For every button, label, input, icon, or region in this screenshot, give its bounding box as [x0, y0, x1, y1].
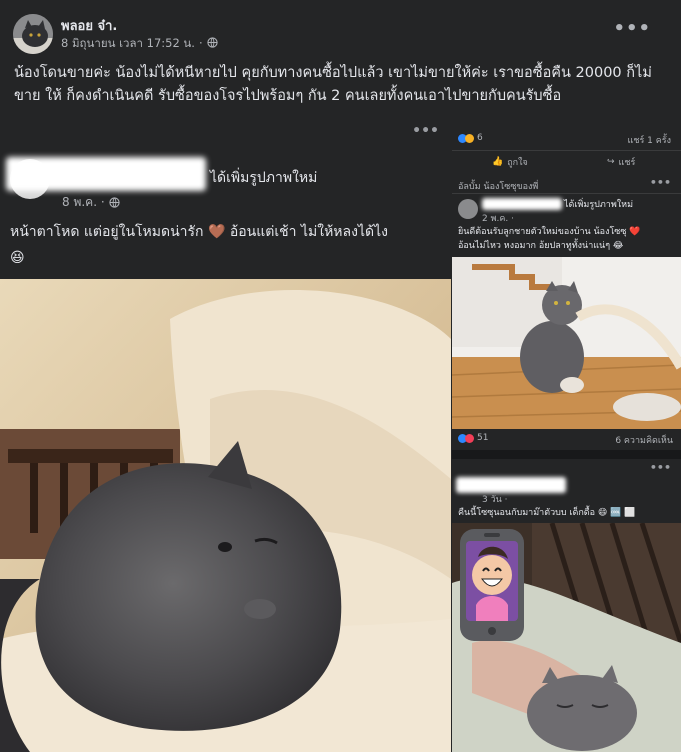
- right-embedded-screenshot[interactable]: 6 แชร์ 1 ครั้ง 👍 ถูกใจ ↪ แชร์ อัลบั้ม น้…: [452, 117, 681, 752]
- redacted-name: [482, 198, 562, 210]
- cropped-header-bar: •••: [0, 117, 451, 149]
- left-embedded-screenshot[interactable]: ••• ได้เพิ่มรูปภาพใหม่ 8 พ.ค. · หน้าตาโห…: [0, 117, 451, 752]
- more-icon: •••: [649, 461, 671, 474]
- globe-icon: [109, 197, 120, 208]
- love-reaction-icon: [465, 433, 474, 443]
- post-header: พลอย จ๋า. 8 มิถุนายน เวลา 17:52 น. ·: [13, 14, 218, 54]
- share-count: แชร์ 1 ครั้ง: [627, 136, 671, 146]
- redacted-name: [6, 157, 206, 191]
- cat-sleeping-with-owner-photo: [452, 523, 681, 752]
- facebook-post: พลอย จ๋า. 8 มิถุนายน เวลา 17:52 น. · •••…: [0, 0, 681, 752]
- reaction-summary: 6: [458, 133, 483, 143]
- more-icon: •••: [649, 176, 671, 189]
- embedded-date: 8 พ.ค. ·: [62, 193, 120, 212]
- reaction-summary: 51: [458, 433, 488, 443]
- meta-separator: ·: [198, 35, 203, 50]
- share-arrow-icon: ↪: [607, 157, 615, 167]
- embedded-action-text: ได้เพิ่มรูปภาพใหม่: [564, 200, 634, 210]
- cat-avatar-image: [13, 14, 53, 54]
- thumbs-up-icon: 👍: [492, 157, 504, 167]
- post-timestamp[interactable]: 8 มิถุนายน เวลา 17:52 น.: [61, 35, 195, 51]
- embedded-caption: ยินดีต้อนรับลูกชายตัวใหม่ของบ้าน น้องโซซ…: [458, 227, 641, 251]
- globe-icon[interactable]: [206, 37, 218, 48]
- comment-count: 6 ความคิดเห็น: [615, 436, 673, 446]
- embedded-post: ได้เพิ่มรูปภาพใหม่ 8 พ.ค. · หน้าตาโหด แต…: [0, 149, 451, 279]
- right-bottom-card: ••• 3 วัน · คืนนี้โซซุนอนกับมาม๊าตัวบบ เ…: [452, 459, 681, 752]
- embedded-avatar: [458, 199, 478, 219]
- embedded-action-text: ได้เพิ่มรูปภาพใหม่: [210, 170, 318, 186]
- more-icon: •••: [412, 123, 439, 139]
- album-header: อัลบั้ม น้องโซซุของพี่: [458, 182, 539, 192]
- share-button[interactable]: ↪ แชร์: [607, 155, 635, 169]
- like-button[interactable]: 👍 ถูกใจ: [492, 155, 528, 169]
- author-name[interactable]: พลอย จ๋า.: [61, 18, 218, 35]
- haha-reaction-icon: [465, 133, 474, 143]
- embedded-date: 3 วัน ·: [482, 495, 508, 505]
- embedded-caption: คืนนี้โซซุนอนกับมาม๊าตัวบบ เด็กดื้อ 😄 🆒 …: [458, 508, 636, 518]
- embedded-date: 2 พ.ค. ·: [482, 214, 514, 224]
- cat-on-bed-photo: [0, 279, 451, 752]
- redacted-name: [456, 477, 566, 493]
- right-middle-card: อัลบั้ม น้องโซซุของพี่ ••• ได้เพิ่มรูปภา…: [452, 173, 681, 450]
- author-avatar[interactable]: [13, 14, 53, 54]
- more-options-icon[interactable]: •••: [613, 20, 651, 38]
- cat-with-toy-photo: [452, 257, 681, 429]
- right-top-card: 6 แชร์ 1 ครั้ง 👍 ถูกใจ ↪ แชร์: [452, 117, 681, 173]
- post-body-text: น้องโดนขายค่ะ น้องไม่ได้หนีหายไป คุยกับท…: [14, 65, 652, 104]
- embedded-caption: หน้าตาโหด แต่อยู่ในโหมดน่ารัก 🤎 อ้อนแต่เ…: [10, 224, 388, 266]
